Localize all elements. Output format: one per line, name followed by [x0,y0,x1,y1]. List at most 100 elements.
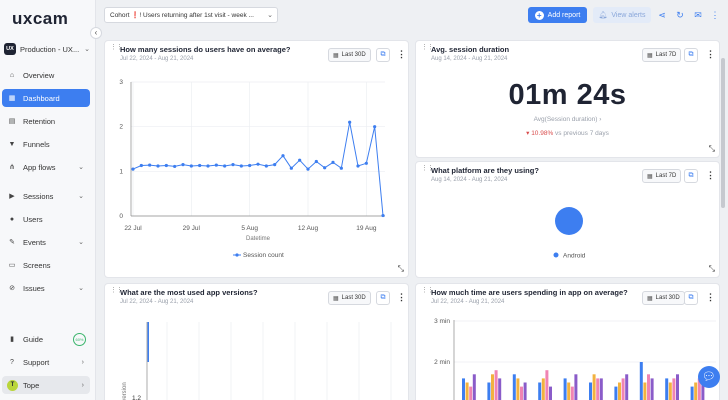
issues-icon: ⊘ [9,285,15,292]
scrollbar-thumb[interactable] [721,58,725,208]
project-selector[interactable]: UX Production - UX... ⌄ [4,40,90,58]
data-point [181,163,185,167]
data-point [248,163,252,168]
mail-icon[interactable]: ✉ [692,9,704,21]
bar [690,386,694,400]
resize-icon[interactable]: ⤡ [398,264,404,274]
help-icon: ? [10,358,14,366]
dashboard-icon: ▦ [8,95,16,102]
y-tick-label: 0 [119,213,123,220]
app-logo[interactable]: uxcam [12,9,68,29]
sidebar-item-events[interactable]: ✎ Events ⌄ [2,233,90,251]
sidebar-item-retention[interactable]: ▤ Retention [2,112,90,130]
bar [520,386,523,400]
data-point [223,164,227,168]
bar [694,382,698,400]
sidebar-item-funnels[interactable]: ▼ Funnels [2,135,90,153]
data-point [231,163,235,167]
sidebar-item-users[interactable]: ● Users [2,210,90,228]
sidebar-item-screens[interactable]: ▭ Screens [2,256,90,274]
video-icon: ▶ [9,193,15,200]
bar [570,386,574,400]
chevron-down-icon: ⌄ [78,285,84,292]
bar [465,382,469,400]
cohort-label: Cohort ❗! Users returning after 1st visi… [110,12,254,19]
sidebar-item-label: Dashboard [23,93,60,103]
more-vertical-icon[interactable]: ⋮ [709,9,721,21]
sidebar-item-label: App flows [23,162,56,172]
sidebar-item-dashboard[interactable]: ▦ Dashboard [2,89,90,107]
sidebar-item-support[interactable]: ? Support › [2,353,90,371]
user-name: Tope [23,380,40,390]
flow-icon: ⋔ [9,164,15,171]
data-point [373,125,377,129]
sidebar-item-issues[interactable]: ⊘ Issues ⌄ [2,279,90,297]
bar [592,374,596,400]
legend-swatch [235,253,239,257]
chevron-down-icon: ⌄ [78,239,84,246]
legend-swatch [553,252,559,258]
sidebar: uxcam UX Production - UX... ⌄ ⌂ Overview… [0,0,96,400]
sidebar-item-label: Retention [23,116,56,126]
bar [599,378,603,400]
bar [472,374,476,400]
y-tick-label: 3 min [434,318,450,325]
data-point [331,160,335,164]
resize-icon[interactable]: ⤡ [709,264,715,274]
chevron-down-icon: ⌄ [267,12,273,19]
bar [567,382,571,400]
sidebar-item-sessions[interactable]: ▶ Sessions ⌄ [2,187,90,205]
copy-card-icon[interactable]: ⧉ [684,48,698,62]
sidebar-item-guide[interactable]: ▮ Guide 60% [2,330,90,348]
bar [545,370,549,400]
data-point [356,164,360,168]
sidebar-item-overview[interactable]: ⌂ Overview [2,66,90,84]
x-tick-label: 19 Aug [356,225,377,232]
bar [541,378,545,400]
resize-icon[interactable]: ⤡ [709,144,715,154]
delta-value: 10.98% [531,130,554,137]
bar [469,386,473,400]
collapse-sidebar-button[interactable]: ‹ [90,27,102,39]
add-report-label: Add report [547,11,581,19]
share-icon[interactable]: ⋖ [656,9,668,21]
data-point [164,163,168,168]
cohort-dropdown[interactable]: Cohort ❗! Users returning after 1st visi… [104,7,278,23]
bar [563,378,567,400]
avatar: T [7,379,18,391]
data-point [381,213,385,218]
date-range-button[interactable]: ▦ Last 7D [642,48,682,62]
sidebar-item-app-flows[interactable]: ⋔ App flows ⌄ [2,158,90,176]
refresh-icon[interactable]: ↻ [674,9,686,21]
metric-label: Avg(Session duration) › [416,116,719,123]
more-vertical-icon[interactable]: ⋮ [706,49,715,59]
bar [647,374,650,400]
sidebar-item-user[interactable]: T Tope › [2,376,90,394]
bar [574,374,578,400]
legend-label: Session count [243,252,284,259]
bar [676,374,679,400]
avg-duration-value: 01m 24s [508,79,627,111]
project-name: Production - UX... [20,44,80,54]
bar [614,386,618,400]
bar [650,378,654,400]
home-icon: ⌂ [9,71,15,79]
bar [549,386,552,400]
sidebar-item-label: Issues [23,283,45,293]
data-point [214,163,218,167]
screens-icon: ▭ [8,262,16,269]
add-report-button[interactable]: + Add report [528,7,587,23]
x-tick-label: 29 Jul [183,225,201,232]
platform-chart: Android [553,207,586,260]
chevron-down-icon: ⌄ [78,193,84,200]
chat-support-button[interactable]: 💬︎ [698,366,720,388]
view-alerts-button[interactable]: 🔔︎ View alerts [593,7,651,23]
bar [621,378,625,400]
chevron-down-icon: ⌄ [84,46,90,53]
bar [625,374,629,400]
y-axis-label: version [122,382,128,400]
chevron-right-icon: › [599,116,602,123]
data-point [273,163,277,167]
events-icon: ✎ [9,239,15,246]
y-tick-label: 3 [119,79,123,86]
